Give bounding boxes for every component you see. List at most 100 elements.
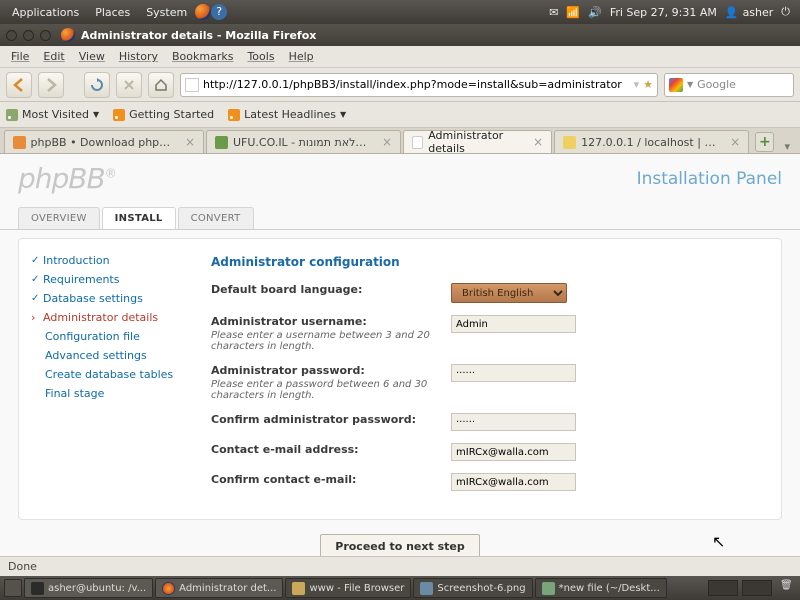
menu-places[interactable]: Places — [87, 6, 138, 19]
password-input[interactable] — [451, 364, 576, 382]
tab-convert[interactable]: CONVERT — [178, 207, 254, 229]
sidebar-item-admin-details[interactable]: Administrator details — [19, 308, 189, 327]
menu-view[interactable]: View — [72, 50, 112, 63]
tab-overview[interactable]: OVERVIEW — [18, 207, 100, 229]
install-sidebar: Introduction Requirements Database setti… — [19, 239, 189, 519]
task-terminal[interactable]: asher@ubuntu: /v... — [24, 578, 153, 598]
site-favicon — [185, 78, 199, 92]
firefox-menubar: File Edit View History Bookmarks Tools H… — [0, 46, 800, 68]
tab-administrator-details[interactable]: Administrator details× — [403, 130, 552, 153]
workspace-1[interactable] — [708, 580, 738, 596]
menu-history[interactable]: History — [112, 50, 165, 63]
task-image-viewer[interactable]: Screenshot-6.png — [413, 578, 532, 598]
mail-icon[interactable]: ✉ — [549, 6, 558, 19]
firefox-icon — [162, 582, 175, 595]
firefox-toolbar: ▾ ★ ▼ Google — [0, 68, 800, 102]
sidebar-item-requirements[interactable]: Requirements — [19, 270, 189, 289]
gedit-icon — [542, 582, 555, 595]
sidebar-item-advanced[interactable]: Advanced settings — [19, 346, 189, 365]
reload-button[interactable] — [84, 72, 110, 98]
email-input[interactable] — [451, 443, 576, 461]
page-content: phpBB® Installation Panel OVERVIEW INSTA… — [0, 154, 800, 556]
close-icon[interactable]: × — [533, 135, 543, 149]
close-icon[interactable]: × — [185, 135, 195, 149]
firefox-icon — [61, 28, 75, 42]
help-launcher-icon[interactable]: ? — [211, 4, 227, 20]
bookmark-latest-headlines[interactable]: Latest Headlines▼ — [228, 108, 346, 121]
tab-phpbb-download[interactable]: phpBB • Download phpBB3× — [4, 130, 204, 153]
sidebar-item-create-tables[interactable]: Create database tables — [19, 365, 189, 384]
sidebar-item-database[interactable]: Database settings — [19, 289, 189, 308]
gnome-top-panel: Applications Places System ? ✉ 📶 🔊 Fri S… — [0, 0, 800, 24]
system-tray: ✉ 📶 🔊 Fri Sep 27, 9:31 AM 👤asher ⏻ — [549, 5, 796, 19]
trash-icon[interactable]: 🗑 — [780, 580, 796, 596]
stop-button[interactable] — [116, 72, 142, 98]
menu-file[interactable]: File — [4, 50, 36, 63]
forward-button[interactable] — [38, 72, 64, 98]
window-titlebar: Administrator details - Mozilla Firefox — [0, 24, 800, 46]
volume-icon[interactable]: 🔊 — [588, 6, 602, 19]
tabs-dropdown-button[interactable]: ▾ — [778, 140, 796, 153]
clock[interactable]: Fri Sep 27, 9:31 AM — [610, 6, 717, 19]
sidebar-item-config-file[interactable]: Configuration file — [19, 327, 189, 346]
tab-install[interactable]: INSTALL — [102, 207, 176, 229]
username-label: Administrator username: — [211, 315, 367, 328]
phpmyadmin-favicon — [563, 136, 576, 149]
menu-bookmarks[interactable]: Bookmarks — [165, 50, 240, 63]
status-text: Done — [8, 560, 37, 573]
task-firefox[interactable]: Administrator det... — [155, 578, 283, 598]
bookmark-most-visited[interactable]: Most Visited▼ — [6, 108, 99, 121]
username-input[interactable] — [451, 315, 576, 333]
menu-applications[interactable]: Applications — [4, 6, 87, 19]
feed-icon[interactable]: ▾ — [634, 78, 640, 91]
sidebar-item-introduction[interactable]: Introduction — [19, 251, 189, 270]
gnome-bottom-panel: asher@ubuntu: /v... Administrator det...… — [0, 576, 800, 600]
show-desktop-button[interactable] — [4, 579, 22, 597]
admin-config-form: Administrator configuration Default boar… — [189, 239, 781, 519]
workspace-2[interactable] — [742, 580, 772, 596]
task-file-browser[interactable]: www - File Browser — [285, 578, 411, 598]
close-icon[interactable]: × — [382, 135, 392, 149]
site-favicon — [215, 136, 228, 149]
tab-ufu[interactable]: UFU.CO.IL - העלאת תמונות ...× — [206, 130, 401, 153]
confirm-password-label: Confirm administrator password: — [211, 413, 416, 426]
lang-select[interactable]: British English — [451, 283, 567, 303]
sidebar-item-final[interactable]: Final stage — [19, 384, 189, 403]
site-favicon — [412, 136, 423, 149]
network-icon[interactable]: 📶 — [566, 6, 580, 19]
bookmark-star-icon[interactable]: ★ — [643, 78, 653, 91]
new-tab-button[interactable]: + — [755, 132, 774, 152]
form-section-title: Administrator configuration — [211, 255, 759, 269]
window-min-button[interactable] — [23, 30, 34, 41]
back-button[interactable] — [6, 72, 32, 98]
window-close-button[interactable] — [6, 30, 17, 41]
menu-tools[interactable]: Tools — [240, 50, 281, 63]
image-icon — [420, 582, 433, 595]
url-bar[interactable]: ▾ ★ — [180, 73, 658, 97]
terminal-icon — [31, 582, 44, 595]
folder-icon — [6, 109, 18, 121]
menu-edit[interactable]: Edit — [36, 50, 71, 63]
window-max-button[interactable] — [40, 30, 51, 41]
close-icon[interactable]: × — [730, 135, 740, 149]
phpbb-logo: phpBB® — [18, 162, 116, 196]
tab-phpmyadmin[interactable]: 127.0.0.1 / localhost | php...× — [554, 130, 749, 153]
phpbb-favicon — [13, 136, 26, 149]
search-bar[interactable]: ▼ Google — [664, 73, 794, 97]
confirm-email-input[interactable] — [451, 473, 576, 491]
password-label: Administrator password: — [211, 364, 365, 377]
menu-help[interactable]: Help — [282, 50, 321, 63]
task-gedit[interactable]: *new file (~/Deskt... — [535, 578, 667, 598]
user-indicator[interactable]: 👤asher — [725, 6, 773, 19]
home-button[interactable] — [148, 72, 174, 98]
power-icon[interactable]: ⏻ — [781, 5, 790, 19]
search-placeholder: Google — [697, 78, 736, 91]
url-input[interactable] — [203, 78, 630, 91]
password-hint: Please enter a password between 6 and 30… — [211, 379, 451, 401]
proceed-button[interactable]: Proceed to next step — [320, 534, 479, 556]
firefox-launcher-icon[interactable] — [195, 4, 211, 20]
menu-system[interactable]: System — [138, 6, 195, 19]
rss-icon — [228, 109, 240, 121]
confirm-password-input[interactable] — [451, 413, 576, 431]
bookmark-getting-started[interactable]: Getting Started — [113, 108, 214, 121]
